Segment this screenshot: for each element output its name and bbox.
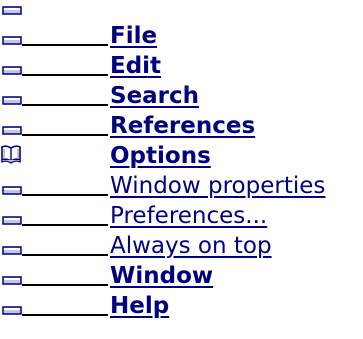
menu-item-icon — [2, 66, 22, 76]
menu-item-label[interactable]: Window — [110, 262, 213, 290]
menu-item-options[interactable]: Options — [0, 142, 363, 172]
menu-item-file[interactable]: File — [0, 22, 363, 52]
tree-connector — [22, 104, 108, 106]
tree-connector — [22, 194, 108, 196]
menu-item-always-on-top[interactable]: Always on top — [0, 232, 363, 262]
menu-item-help[interactable]: Help — [0, 292, 363, 322]
menu-item-label[interactable]: Options — [110, 142, 211, 170]
tree-connector — [22, 254, 108, 256]
menu-item-icon — [2, 186, 22, 196]
menu-item-label[interactable]: Search — [110, 82, 199, 110]
menu-item-label[interactable]: Help — [110, 292, 169, 320]
menu-item-label[interactable]: Always on top — [110, 232, 272, 260]
menu-item-icon — [2, 246, 22, 256]
menu-tree: File Edit Search References Options Wind… — [0, 0, 363, 339]
menu-item-label[interactable]: Preferences... — [110, 202, 267, 230]
tree-connector — [22, 284, 108, 286]
tree-connector — [22, 74, 108, 76]
menu-item-label[interactable]: Edit — [110, 52, 161, 80]
menu-item-icon — [2, 126, 22, 136]
tree-connector — [22, 44, 108, 46]
menu-item-icon — [2, 6, 22, 16]
menu-item-window[interactable]: Window — [0, 262, 363, 292]
tree-connector — [22, 134, 108, 136]
open-book-icon — [0, 144, 22, 164]
menu-item-icon — [2, 306, 22, 316]
menu-item-icon — [2, 216, 22, 226]
tree-root-node[interactable] — [0, 2, 30, 20]
tree-connector — [22, 224, 108, 226]
menu-item-icon — [2, 96, 22, 106]
menu-item-references[interactable]: References — [0, 112, 363, 142]
menu-item-label[interactable]: References — [110, 112, 255, 140]
menu-item-preferences[interactable]: Preferences... — [0, 202, 363, 232]
tree-connector — [22, 314, 108, 316]
menu-item-label[interactable]: Window properties — [110, 172, 325, 200]
menu-item-icon — [2, 276, 22, 286]
menu-item-edit[interactable]: Edit — [0, 52, 363, 82]
menu-item-window-properties[interactable]: Window properties — [0, 172, 363, 202]
menu-item-icon — [2, 36, 22, 46]
menu-item-search[interactable]: Search — [0, 82, 363, 112]
menu-item-label[interactable]: File — [110, 22, 157, 50]
